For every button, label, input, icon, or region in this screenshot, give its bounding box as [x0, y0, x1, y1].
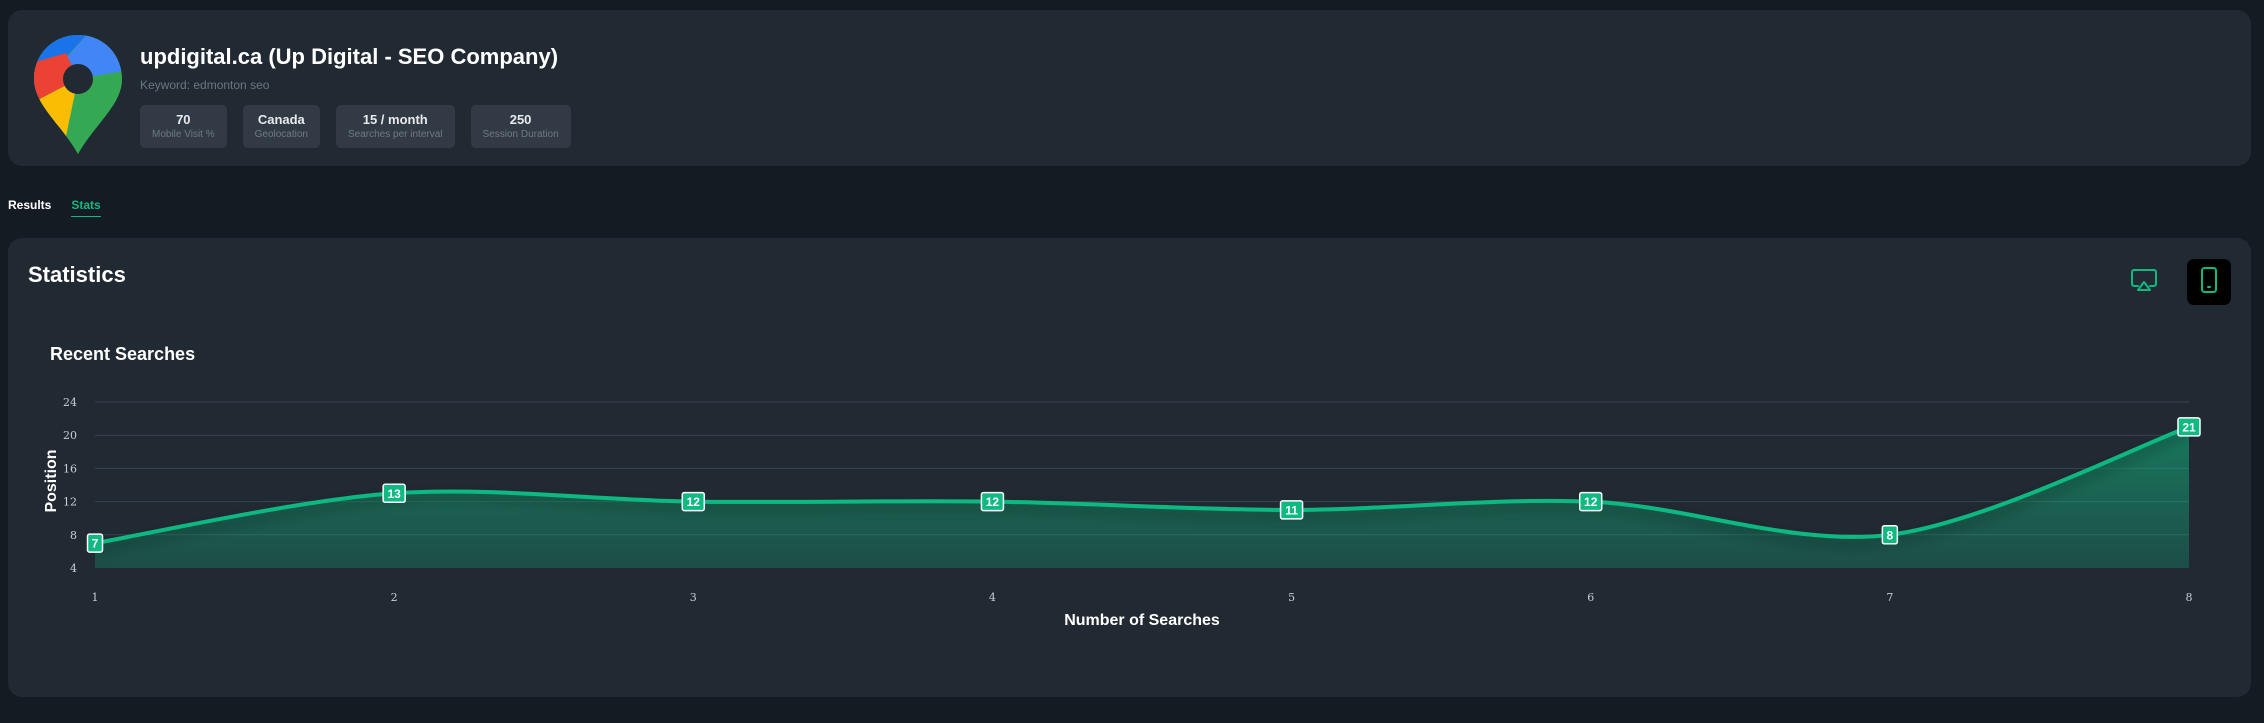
stat-label: Session Duration — [482, 128, 559, 140]
x-tick-label: 5 — [1288, 591, 1295, 604]
stat-label: Searches per interval — [348, 128, 443, 140]
x-tick-label: 1 — [92, 591, 99, 604]
data-label: 12 — [681, 491, 706, 512]
stat-label: Mobile Visit % — [152, 128, 215, 140]
mobile-visit-chip: 70 Mobile Visit % — [140, 105, 227, 148]
svg-text:11: 11 — [1285, 503, 1298, 517]
keyword-text: Keyword: edmonton seo — [140, 78, 270, 92]
data-label: 12 — [1578, 491, 1603, 512]
x-tick-label: 3 — [690, 591, 697, 604]
svg-text:8: 8 — [1887, 528, 1894, 542]
geolocation-chip: Canada Geolocation — [242, 105, 320, 148]
svg-text:12: 12 — [1584, 495, 1598, 509]
google-maps-pin-icon — [32, 33, 124, 156]
svg-text:12: 12 — [687, 495, 701, 509]
y-tick-label: 4 — [70, 562, 77, 575]
y-axis-label: Position — [43, 449, 60, 512]
searches-per-interval-chip: 15 / month Searches per interval — [336, 105, 455, 148]
x-tick-label: 2 — [391, 591, 398, 604]
y-tick-label: 20 — [63, 429, 77, 442]
data-label: 13 — [382, 483, 406, 504]
stat-value: 250 — [509, 111, 532, 127]
view-tabs: Results Stats — [8, 198, 101, 217]
x-tick-label: 6 — [1587, 591, 1594, 604]
y-tick-label: 12 — [63, 496, 77, 509]
site-header-card: updigital.ca (Up Digital - SEO Company) … — [8, 10, 2251, 166]
statistics-card: Statistics Recent Searches 7 13 12 12 11… — [8, 238, 2251, 697]
svg-text:21: 21 — [2182, 420, 2196, 434]
data-label: 21 — [2177, 417, 2201, 437]
stat-value: 70 — [176, 111, 191, 127]
site-title: updigital.ca (Up Digital - SEO Company) — [140, 44, 559, 69]
data-label: 8 — [1881, 525, 1899, 545]
session-duration-chip: 250 Session Duration — [470, 105, 571, 148]
y-tick-label: 8 — [70, 529, 77, 542]
svg-text:12: 12 — [986, 495, 1000, 509]
stat-value: 15 / month — [362, 111, 428, 127]
stat-label: Geolocation — [254, 128, 308, 140]
svg-text:7: 7 — [92, 537, 99, 551]
tab-stats[interactable]: Stats — [71, 198, 101, 217]
y-tick-label: 24 — [63, 396, 77, 409]
series-area — [95, 426, 2189, 568]
tab-results[interactable]: Results — [8, 198, 51, 217]
x-tick-label: 8 — [2186, 591, 2193, 604]
data-label: 11 — [1279, 500, 1304, 520]
stat-value: Canada — [257, 111, 305, 127]
data-label: 7 — [86, 533, 104, 553]
data-label: 12 — [980, 491, 1005, 512]
x-axis-label: Number of Searches — [1064, 612, 1220, 629]
x-tick-label: 4 — [989, 591, 996, 604]
x-tick-label: 7 — [1886, 591, 1893, 604]
recent-searches-chart: 71312 121112821 48121620241 2 3 4 5 6 7 8 Positi… — [43, 396, 2201, 629]
svg-text:13: 13 — [387, 487, 401, 501]
settings-chips: 70 Mobile Visit % Canada Geolocation 15 … — [140, 105, 571, 148]
y-tick-label: 16 — [63, 462, 77, 475]
